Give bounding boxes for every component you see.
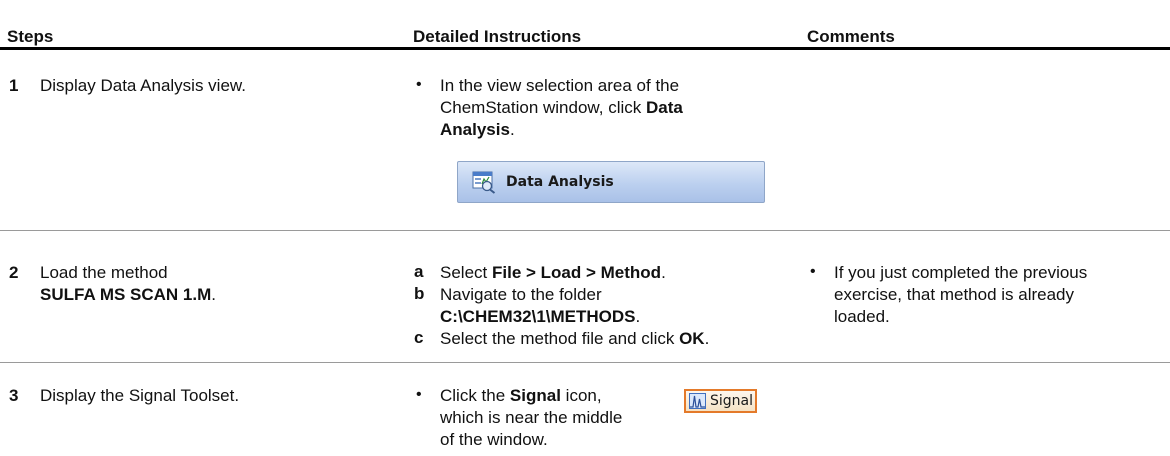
instruction-line: which is near the middle	[440, 408, 623, 427]
step-period: .	[211, 285, 217, 304]
substep-line: Navigate to the folder	[440, 285, 602, 304]
instruction-line: In the view selection area of the	[440, 76, 680, 95]
step-number: 2	[9, 263, 19, 282]
instruction-text-plain: icon,	[560, 386, 602, 405]
signal-label: Signal	[710, 393, 754, 409]
step-text: Load the method SULFA MS SCAN 1.M.	[40, 262, 216, 306]
substep-text: Select the method file and click OK.	[440, 328, 709, 350]
substep-period: .	[704, 329, 710, 348]
method-name: SULFA MS SCAN 1.M	[40, 285, 212, 304]
signal-button[interactable]: Signal	[684, 389, 757, 413]
step-text: Display the Signal Toolset.	[40, 386, 240, 405]
data-analysis-icon	[472, 171, 496, 194]
instruction-line: of the window.	[440, 430, 548, 449]
comment-line: exercise, that method is already	[834, 285, 1075, 304]
row-divider	[0, 230, 1170, 231]
step-line: Load the method	[40, 263, 168, 282]
bullet: •	[416, 386, 422, 403]
folder-path: C:\CHEM32\1\METHODS	[440, 307, 636, 326]
substep-line: C:\CHEM32\1\METHODS.	[440, 306, 640, 328]
instruction-text-plain: Click the	[440, 386, 510, 405]
substep-letter: c	[414, 328, 424, 347]
substep-period: .	[661, 263, 666, 282]
bullet: •	[416, 76, 422, 93]
step-line: SULFA MS SCAN 1.M.	[40, 284, 216, 306]
menu-path: File > Load > Method	[491, 263, 662, 282]
instruction-period: .	[509, 120, 515, 139]
step-number: 3	[9, 386, 19, 405]
instruction-text: Click the Signal icon, which is near the…	[440, 385, 622, 451]
data-analysis-label: Data Analysis	[506, 174, 614, 190]
instruction-line: Analysis.	[440, 119, 683, 141]
substep-period: .	[635, 307, 641, 326]
substep-plain: Select	[440, 263, 492, 282]
instruction-text-plain: ChemStation window, click	[440, 98, 646, 117]
instruction-line: ChemStation window, click Data	[440, 97, 683, 119]
substep-letter: a	[414, 262, 424, 281]
substep-letter: b	[414, 284, 425, 303]
step-text: Display Data Analysis view.	[40, 76, 246, 95]
bullet: •	[810, 263, 816, 280]
header-steps: Steps	[7, 27, 54, 46]
header-rule	[0, 47, 1170, 50]
substep-text: Navigate to the folder C:\CHEM32\1\METHO…	[440, 284, 640, 328]
instruction-text-bold: Data	[645, 98, 683, 117]
comment-text: If you just completed the previous exerc…	[834, 262, 1087, 328]
instruction-line: Click the Signal icon,	[440, 385, 622, 407]
comment-line: loaded.	[834, 307, 890, 326]
instruction-table: Steps Detailed Instructions Comments 1 D…	[0, 0, 1170, 456]
instruction-text-bold: Signal	[509, 386, 561, 405]
signal-icon	[689, 393, 706, 409]
step-number: 1	[9, 76, 19, 95]
comment-line: If you just completed the previous	[834, 263, 1088, 282]
instruction-text: In the view selection area of the ChemSt…	[440, 75, 683, 141]
row-divider	[0, 362, 1170, 363]
ok-label: OK	[679, 329, 705, 348]
substep-text: Select File > Load > Method.	[440, 262, 666, 284]
instruction-text-bold: Analysis	[440, 120, 510, 139]
substep-plain: Select the method file and click	[440, 329, 680, 348]
header-detailed-instructions: Detailed Instructions	[413, 27, 582, 46]
header-comments: Comments	[807, 27, 895, 46]
data-analysis-button[interactable]: Data Analysis	[457, 161, 765, 203]
